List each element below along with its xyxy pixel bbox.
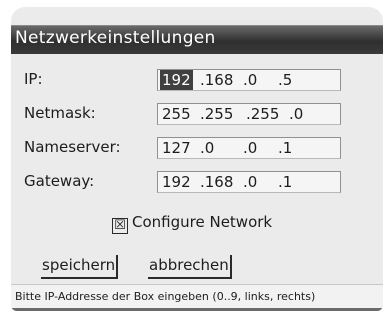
gateway-octet-4[interactable]: .1	[276, 172, 294, 192]
gateway-octet-3[interactable]: .0	[241, 172, 259, 192]
configure-network-label: Configure Network	[132, 213, 273, 231]
cancel-button[interactable]: abbrechen	[148, 255, 232, 279]
netmask-label: Netmask:	[24, 104, 96, 122]
configure-network-option[interactable]: ☒ Configure Network	[112, 213, 272, 234]
netmask-octet-2[interactable]: .255	[198, 104, 235, 124]
save-button[interactable]: speichern	[41, 255, 119, 279]
netmask-field[interactable]: 255 .255 .255 .0	[157, 103, 341, 125]
netmask-octet-1[interactable]: 255	[160, 104, 193, 124]
status-bar: Bitte IP-Addresse der Box eingeben (0..9…	[11, 284, 383, 311]
gateway-octet-1[interactable]: 192	[160, 172, 193, 192]
nameserver-field[interactable]: 127 .0 .0 .1	[157, 137, 341, 159]
nameserver-octet-1[interactable]: 127	[160, 138, 193, 158]
ip-octet-2[interactable]: .168	[198, 70, 235, 90]
netmask-octet-4[interactable]: .0	[287, 104, 305, 124]
title-bar: Netzwerkeinstellungen	[11, 25, 383, 54]
ip-octet-4[interactable]: .5	[276, 70, 294, 90]
ip-label: IP:	[24, 70, 43, 88]
netmask-octet-3[interactable]: .255	[244, 104, 281, 124]
configure-network-checkbox[interactable]: ☒	[112, 218, 128, 234]
status-hint-text: Bitte IP-Addresse der Box eingeben (0..9…	[15, 290, 316, 303]
window-title: Netzwerkeinstellungen	[15, 28, 216, 48]
gateway-field[interactable]: 192 .168 .0 .1	[157, 171, 341, 193]
nameserver-octet-4[interactable]: .1	[276, 138, 294, 158]
bottom-border	[11, 308, 383, 311]
network-settings-window: Netzwerkeinstellungen IP: 192 .168 .0 .5…	[11, 7, 383, 311]
ip-field[interactable]: 192 .168 .0 .5	[157, 69, 341, 91]
nameserver-octet-2[interactable]: .0	[198, 138, 216, 158]
ip-octet-1[interactable]: 192	[160, 70, 193, 90]
nameserver-label: Nameserver:	[24, 138, 121, 156]
gateway-octet-2[interactable]: .168	[198, 172, 235, 192]
nameserver-octet-3[interactable]: .0	[241, 138, 259, 158]
ip-octet-3[interactable]: .0	[241, 70, 259, 90]
gateway-label: Gateway:	[24, 172, 95, 190]
